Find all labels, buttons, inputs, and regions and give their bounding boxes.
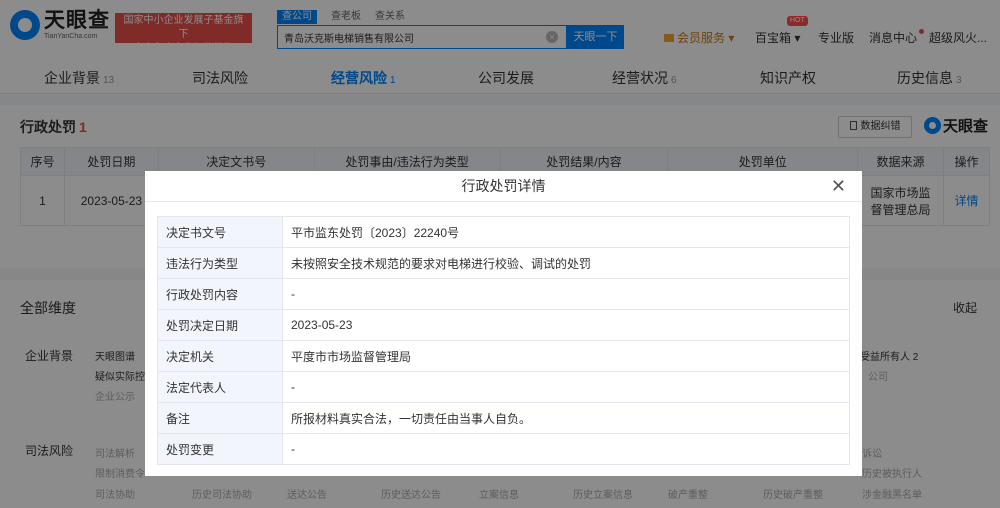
detail-key: 决定机关 [157, 340, 283, 372]
close-icon[interactable]: ✕ [831, 176, 846, 196]
detail-row: 法定代表人 - [157, 371, 850, 403]
detail-value: 平市监东处罚〔2023〕22240号 [282, 216, 850, 248]
detail-key: 处罚变更 [157, 433, 283, 465]
detail-value: 平度市市场监督管理局 [282, 340, 850, 372]
detail-value: 所报材料真实合法，一切责任由当事人自负。 [282, 402, 850, 434]
penalty-detail-modal: 行政处罚详情 ✕ 决定书文号 平市监东处罚〔2023〕22240号 违法行为类型未… [145, 171, 862, 476]
modal-title: 行政处罚详情 [145, 171, 862, 202]
detail-row: 行政处罚内容 - [157, 278, 850, 310]
detail-value: 2023-05-23 [282, 309, 850, 341]
detail-row: 备注 所报材料真实合法，一切责任由当事人自负。 [157, 402, 850, 434]
detail-key: 处罚决定日期 [157, 309, 283, 341]
detail-value: 未按照安全技术规范的要求对电梯进行校验、调试的处罚 [282, 247, 850, 279]
detail-value: - [282, 371, 850, 403]
detail-key: 备注 [157, 402, 283, 434]
detail-row: 违法行为类型 未按照安全技术规范的要求对电梯进行校验、调试的处罚 [157, 247, 850, 279]
detail-table: 决定书文号 平市监东处罚〔2023〕22240号 违法行为类型 未按照安全技术规范的… [157, 216, 850, 465]
detail-value: - [282, 278, 850, 310]
detail-key: 行政处罚内容 [157, 278, 283, 310]
detail-row: 决定书文号 平市监东处罚〔2023〕22240号 [157, 216, 850, 248]
detail-key: 法定代表人 [157, 371, 283, 403]
detail-key: 违法行为类型 [157, 247, 283, 279]
detail-key: 决定书文号 [157, 216, 283, 248]
detail-value: - [282, 433, 850, 465]
detail-row: 决定机关 平度市市场监督管理局 [157, 340, 850, 372]
detail-row: 处罚变更 - [157, 433, 850, 465]
detail-row: 处罚决定日期 2023-05-23 [157, 309, 850, 341]
